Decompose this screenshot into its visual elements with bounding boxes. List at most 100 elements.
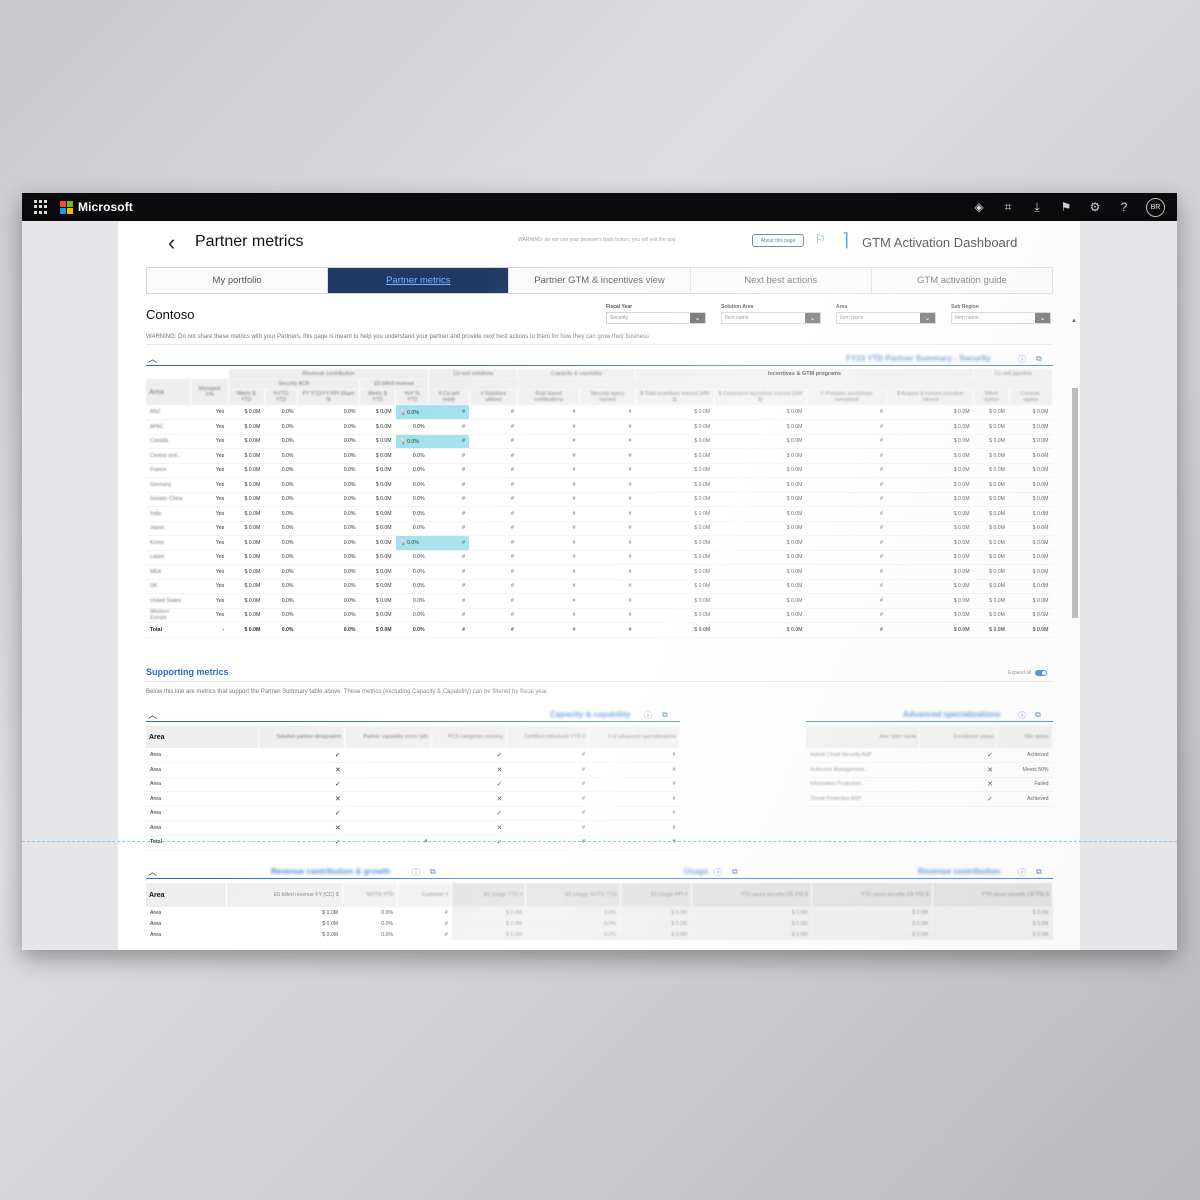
cosell-ready-cell: # [428,506,470,522]
fiscal-year-select[interactable]: Security ⌄ [606,312,706,324]
info-icon[interactable]: ⓘ [714,867,722,878]
help-icon[interactable]: ? [1117,200,1131,214]
value-cell: # [444,920,448,927]
table-row[interactable]: MEA Yes $ 0.0M 0.0% 0.0% $ 0.0M 0.0% # # # # $ 0.0M… [146,564,1053,580]
select-value: Security [610,315,629,321]
table-row[interactable]: Korea Yes $ 0.0M 0.0% 0.0% $ 0.0M 💡0.0% # # # # $ 0… [146,535,1053,551]
table-row[interactable]: Area $ 0.0M 0.0% # $ 0.0M 0.0% $ 0.0M $ 0.0M $ 0… [146,918,1053,929]
chevron-down-icon[interactable]: ⌄ [805,313,820,323]
scroll-up-arrow-icon[interactable]: ▲ [1071,318,1077,324]
table-row[interactable]: Threat Protection ASP ✓ Achieved [806,791,1053,807]
table-row[interactable]: Area ✕ ✕ # # [146,791,680,807]
group-cosell: Co-sell solutions [428,369,519,379]
value-cell: $ 0.0M [886,579,974,594]
score-cell: # [344,834,432,850]
tab-next-best-actions[interactable]: Next best actions [690,268,872,293]
avatar[interactable]: BR [1146,197,1165,217]
collapse-caret-icon[interactable]: ︿ [148,352,157,365]
info-icon[interactable]: ⓘ [644,710,652,721]
feedback-flag-icon[interactable]: ⚐ [815,232,826,246]
solution-area-select[interactable]: Item name ⌄ [721,312,821,324]
table-row[interactable]: Area $ 0.0M 0.0% # $ 0.0M 0.0% $ 0.0M $ 0.0M $ 0… [146,929,1053,940]
tab-partner-metrics[interactable]: Partner metrics [328,268,510,293]
designation-status-icon: ✓ [258,777,345,792]
chevron-down-icon[interactable]: ⌄ [1035,313,1050,323]
table-row[interactable]: United States Yes $ 0.0M 0.0% 0.0% $ 0.0M 0.0%… [146,593,1053,609]
value-cell: 0.0% [395,593,429,609]
table-row[interactable]: Area ✓ ✓ # # [146,777,680,792]
table-row[interactable]: Area ✓ ✓ # # [146,806,680,821]
table-row[interactable]: ANZ Yes $ 0.0M 0.0% 0.0% $ 0.0M 💡0.0% # # # # $ 0.0… [146,405,1053,420]
page-scrollbar[interactable]: ▲ [1071,318,1079,618]
chevron-down-icon[interactable]: ⌄ [690,313,705,323]
value-cell: 0.0% [264,434,298,449]
table-row[interactable]: India Yes $ 0.0M 0.0% 0.0% $ 0.0M 0.0% # # # # $ 0.… [146,506,1053,522]
tab-my-portfolio[interactable]: My portfolio [147,268,329,293]
value-cell: # [579,434,636,449]
table-row[interactable]: Germany Yes $ 0.0M 0.0% 0.0% $ 0.0M 0.0% # # # # $ … [146,477,1053,493]
chevron-down-icon[interactable]: ⌄ [920,313,935,323]
flag-icon[interactable]: ⚑ [1059,200,1073,214]
table-row[interactable]: APAC Yes $ 0.0M 0.0% 0.0% $ 0.0M 0.0% # # # # $ 0.0… [146,419,1053,435]
table-row[interactable]: Id Access Management... ✕ Meets 50% [806,762,1053,778]
table-row[interactable]: Japan Yes $ 0.0M 0.0% 0.0% $ 0.0M 0.0% # # # # $ 0.… [146,521,1053,536]
settings-gear-icon[interactable]: ⚙ [1088,200,1102,214]
score-cell [344,791,432,807]
collapse-caret-icon[interactable]: ︿ [148,708,157,721]
table-row[interactable]: Western Europe Yes $ 0.0M 0.0% 0.0% $ 0.0M 0.0… [146,608,1053,623]
table-row[interactable]: Canada Yes $ 0.0M 0.0% 0.0% $ 0.0M 💡0.0% # # # # $ … [146,434,1053,449]
table-row[interactable]: Area ✓ ✓ # # [146,748,680,763]
open-external-icon[interactable]: ⧉ [1035,710,1041,720]
table-row[interactable]: Area ✕ ✕ # # [146,762,680,778]
table-row[interactable]: Greater China Yes $ 0.0M 0.0% 0.0% $ 0.0M 0.0%… [146,492,1053,507]
value-cell: $ 0.0M [1009,521,1053,536]
value-cell: # [579,550,636,565]
scroll-thumb[interactable] [1072,388,1078,618]
expand-all-control[interactable]: Expand all [1008,670,1048,676]
table-row[interactable]: Area ✕ ✕ # # [146,820,680,836]
about-page-button[interactable]: About this page [752,234,804,247]
download-icon[interactable]: ⤓ [1030,200,1044,215]
focus-icon[interactable]: ⌗ [1001,200,1015,215]
open-external-icon[interactable]: ⧉ [662,710,668,720]
value-cell: $ 0.0M [228,463,265,478]
tab-partner-gtm-incentives[interactable]: Partner GTM & incentives view [509,268,691,293]
table-row[interactable]: UK Yes $ 0.0M 0.0% 0.0% $ 0.0M 0.0% # # # # $ 0.0M $… [146,579,1053,594]
certified-cell: # [506,806,589,821]
value-cell: # [469,593,518,609]
col-acquire-nurture: $ Acquire & nurture incentive earned [886,389,975,405]
value-cell: $ 0.0M [714,521,807,536]
table-row[interactable]: Information Protection... ✕ Failed [806,777,1053,792]
col-e5-billed: E5 billed revenue FY (CC) $ [226,883,343,907]
open-external-icon[interactable]: ⧉ [430,867,436,877]
value-cell: 0.0% [297,550,360,565]
table-row[interactable]: Area $ 0.0M 0.0% # $ 0.0M 0.0% $ 0.0M $ 0.0M $ 0… [146,907,1053,918]
value-cell: $ 0.0M [635,463,715,478]
table-row[interactable]: Central and... Yes $ 0.0M 0.0% 0.0% $ 0.0M 0.0… [146,448,1053,464]
info-icon[interactable]: ⓘ [1018,710,1026,721]
lightbulb-icon[interactable]: 💡 [400,410,407,416]
value-cell: # [517,463,580,478]
sub-region-select[interactable]: Item name ⌄ [951,312,1051,324]
open-external-icon[interactable]: ⧉ [1036,354,1042,364]
table-row[interactable]: Latam Yes $ 0.0M 0.0% 0.0% $ 0.0M 0.0% # # # # $ 0.… [146,550,1053,565]
expand-all-toggle[interactable] [1035,670,1048,676]
info-icon[interactable]: ⓘ [1018,354,1026,365]
apps-waffle-icon[interactable] [34,200,48,214]
collapse-caret-icon[interactable]: ︿ [148,865,157,878]
teams-icon[interactable]: ◈ [972,200,986,214]
lightbulb-icon[interactable]: 💡 [400,540,407,546]
area-select[interactable]: Item name ⌄ [836,312,936,324]
table-row[interactable]: Hybrid Cloud Security ASP ✓ Achieved [806,748,1053,763]
open-external-icon[interactable]: ⧉ [732,867,738,877]
lightbulb-icon[interactable]: 💡 [400,439,407,445]
value-cell: 0.0% [297,564,360,580]
tab-gtm-activation-guide[interactable]: GTM activation guide [871,268,1053,293]
info-icon[interactable]: ⓘ [412,867,420,878]
table-row[interactable]: France Yes $ 0.0M 0.0% 0.0% $ 0.0M 0.0% # # # # $ 0… [146,463,1053,478]
value-cell: $ 0.0M [1009,550,1053,565]
back-chevron-icon[interactable]: ‹ [168,230,175,256]
value-cell: $ 0.0M [228,593,265,609]
info-icon[interactable]: ⓘ [1018,867,1026,878]
open-external-icon[interactable]: ⧉ [1036,867,1042,877]
